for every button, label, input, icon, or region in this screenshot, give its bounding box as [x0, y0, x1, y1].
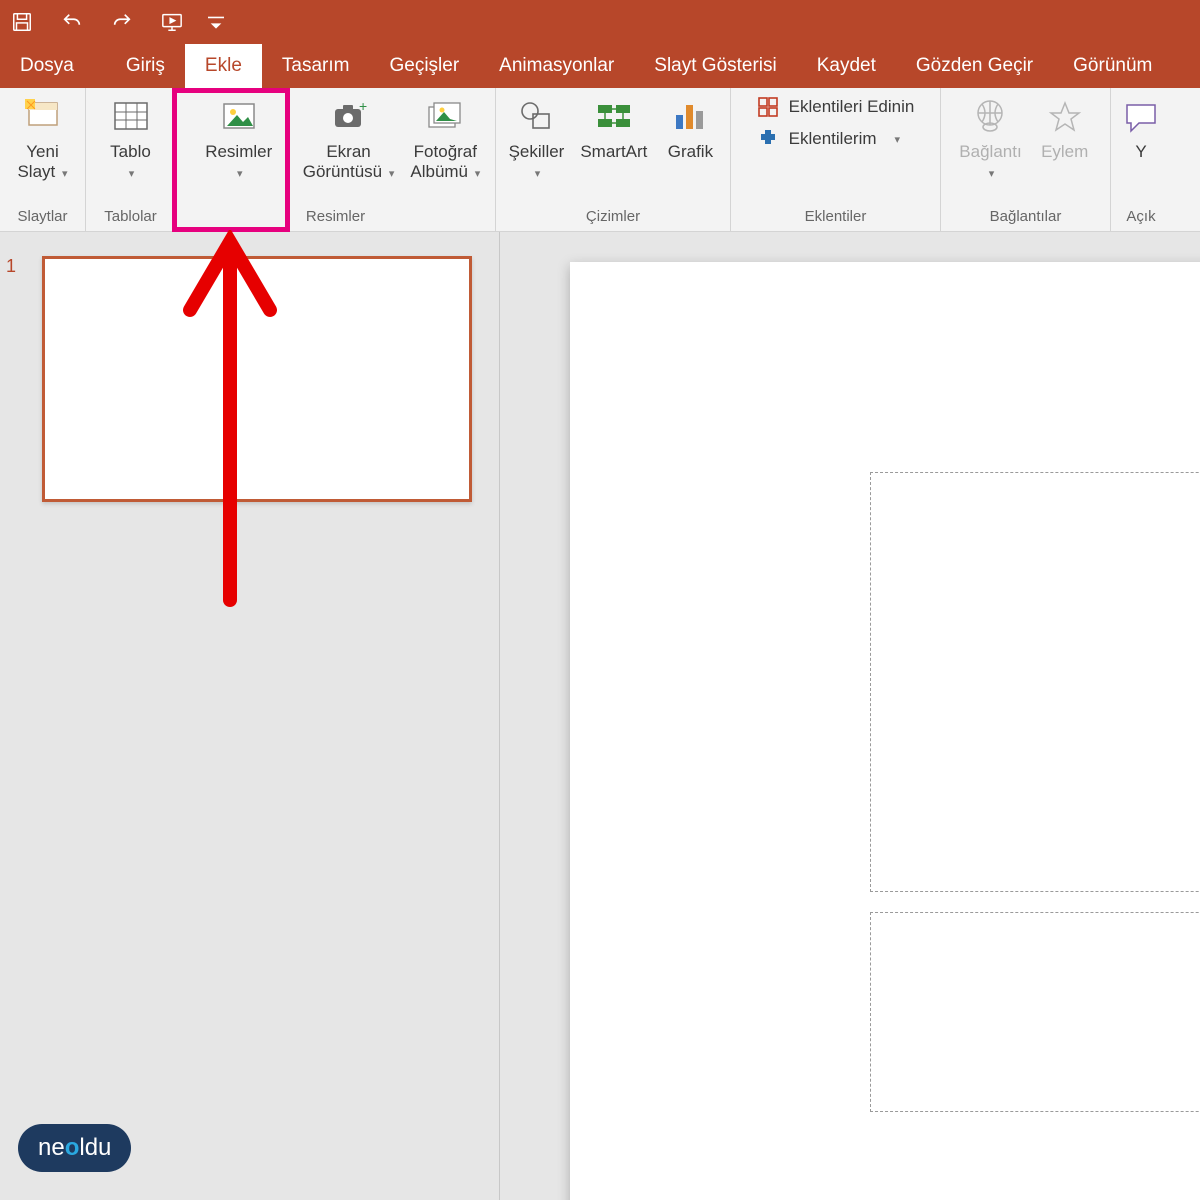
tab-dosya[interactable]: Dosya — [0, 44, 94, 88]
table-icon — [110, 96, 152, 138]
group-resimler: Resimler▾ + EkranGörüntüsü ▾ FotoğrafAlb… — [176, 88, 496, 231]
group-label-aciklama-partial: Açık — [1113, 204, 1169, 231]
comment-label-partial: Y — [1135, 142, 1146, 162]
tab-tasarim[interactable]: Tasarım — [262, 44, 370, 88]
group-label-eklentiler: Eklentiler — [733, 204, 938, 231]
smartart-label: SmartArt — [580, 142, 647, 162]
comment-button-partial[interactable]: Y — [1106, 90, 1176, 162]
chevron-down-icon: ▾ — [895, 133, 901, 146]
save-icon[interactable] — [8, 8, 36, 36]
smartart-icon — [593, 96, 635, 138]
tab-gecisler[interactable]: Geçişler — [369, 44, 479, 88]
tab-slayt-gosterisi[interactable]: Slayt Gösterisi — [634, 44, 796, 88]
watermark-o: o — [65, 1134, 80, 1162]
action-icon — [1044, 96, 1086, 138]
screenshot-label: EkranGörüntüsü ▾ — [303, 142, 395, 183]
undo-icon[interactable] — [58, 8, 86, 36]
thumbnail-number: 1 — [6, 256, 16, 277]
quick-access-toolbar — [0, 0, 1200, 44]
ribbon-tabs: Dosya Giriş Ekle Tasarım Geçişler Animas… — [0, 44, 1200, 88]
redo-icon[interactable] — [108, 8, 136, 36]
slide-thumbnails-panel: 1 — [0, 232, 500, 1200]
group-label-cizimler: Çizimler — [498, 204, 728, 231]
tab-animasyonlar[interactable]: Animasyonlar — [479, 44, 634, 88]
photo-album-label: FotoğrafAlbümü ▾ — [410, 142, 480, 183]
tab-gorunum[interactable]: Görünüm — [1053, 44, 1172, 88]
link-label: Bağlantı▾ — [959, 142, 1021, 183]
get-addins-label: Eklentileri Edinin — [789, 97, 915, 117]
tab-giris[interactable]: Giriş — [94, 44, 185, 88]
subtitle-placeholder[interactable] — [870, 912, 1200, 1112]
shapes-icon — [515, 96, 557, 138]
pictures-label: Resimler▾ — [205, 142, 272, 183]
qat-more-icon[interactable] — [208, 8, 224, 36]
group-label-slaytlar: Slaytlar — [2, 204, 83, 231]
shapes-label: Şekiller▾ — [509, 142, 565, 183]
group-aciklama-partial: Y Açık — [1111, 88, 1171, 231]
group-label-resimler: Resimler — [178, 204, 493, 231]
shapes-button[interactable]: Şekiller▾ — [501, 90, 573, 183]
workspace: 1 Ba — [0, 232, 1200, 1200]
group-baglantilar: Bağlantı▾ Eylem Bağlantılar — [941, 88, 1111, 231]
pictures-icon — [218, 96, 260, 138]
chart-button[interactable]: Grafik — [655, 90, 725, 162]
svg-text:+: + — [359, 98, 367, 114]
group-tablolar: Tablo▾ Tablolar — [86, 88, 176, 231]
group-eklentiler: Eklentileri Edinin Eklentilerim ▾ Eklent… — [731, 88, 941, 231]
chart-label: Grafik — [668, 142, 713, 162]
action-button: Eylem — [1030, 90, 1100, 162]
pictures-button[interactable]: Resimler▾ — [183, 90, 295, 183]
slide-editor: Ba — [500, 232, 1200, 1200]
table-button[interactable]: Tablo▾ — [96, 90, 166, 183]
ribbon: YeniSlayt ▾ Slaytlar Tablo▾ Tablolar Res… — [0, 88, 1200, 232]
group-slaytlar: YeniSlayt ▾ Slaytlar — [0, 88, 86, 231]
group-label-tablolar: Tablolar — [88, 204, 173, 231]
watermark-pre: ne — [38, 1134, 65, 1162]
get-addins-button[interactable]: Eklentileri Edinin — [757, 96, 915, 118]
watermark-post: ldu — [79, 1134, 111, 1162]
get-addins-icon — [757, 96, 779, 118]
slide-thumbnail-1[interactable] — [42, 256, 472, 502]
screenshot-button[interactable]: + EkranGörüntüsü ▾ — [295, 90, 403, 183]
new-slide-label: YeniSlayt ▾ — [17, 142, 67, 183]
smartart-button[interactable]: SmartArt — [572, 90, 655, 162]
link-button: Bağlantı▾ — [951, 90, 1029, 183]
comment-icon — [1120, 96, 1162, 138]
title-placeholder[interactable]: Ba — [870, 472, 1200, 892]
new-slide-icon — [22, 96, 64, 138]
action-label: Eylem — [1041, 142, 1088, 162]
start-slideshow-icon[interactable] — [158, 8, 186, 36]
new-slide-button[interactable]: YeniSlayt ▾ — [8, 90, 78, 183]
tab-gozden-gecir[interactable]: Gözden Geçir — [896, 44, 1053, 88]
tab-kaydet[interactable]: Kaydet — [797, 44, 896, 88]
chart-icon — [669, 96, 711, 138]
slide-canvas[interactable]: Ba — [570, 262, 1200, 1200]
group-label-baglantilar: Bağlantılar — [943, 204, 1108, 231]
group-cizimler: Şekiller▾ SmartArt Grafik Çizimler — [496, 88, 731, 231]
my-addins-button[interactable]: Eklentilerim ▾ — [757, 128, 915, 150]
my-addins-label: Eklentilerim — [789, 129, 877, 149]
globe-icon — [969, 96, 1011, 138]
photo-album-icon — [424, 96, 466, 138]
my-addins-icon — [757, 128, 779, 150]
screenshot-icon: + — [328, 96, 370, 138]
table-label: Tablo▾ — [110, 142, 151, 183]
tab-ekle[interactable]: Ekle — [185, 44, 262, 88]
photo-album-button[interactable]: FotoğrafAlbümü ▾ — [402, 90, 488, 183]
watermark-badge: neoldu — [18, 1124, 131, 1172]
